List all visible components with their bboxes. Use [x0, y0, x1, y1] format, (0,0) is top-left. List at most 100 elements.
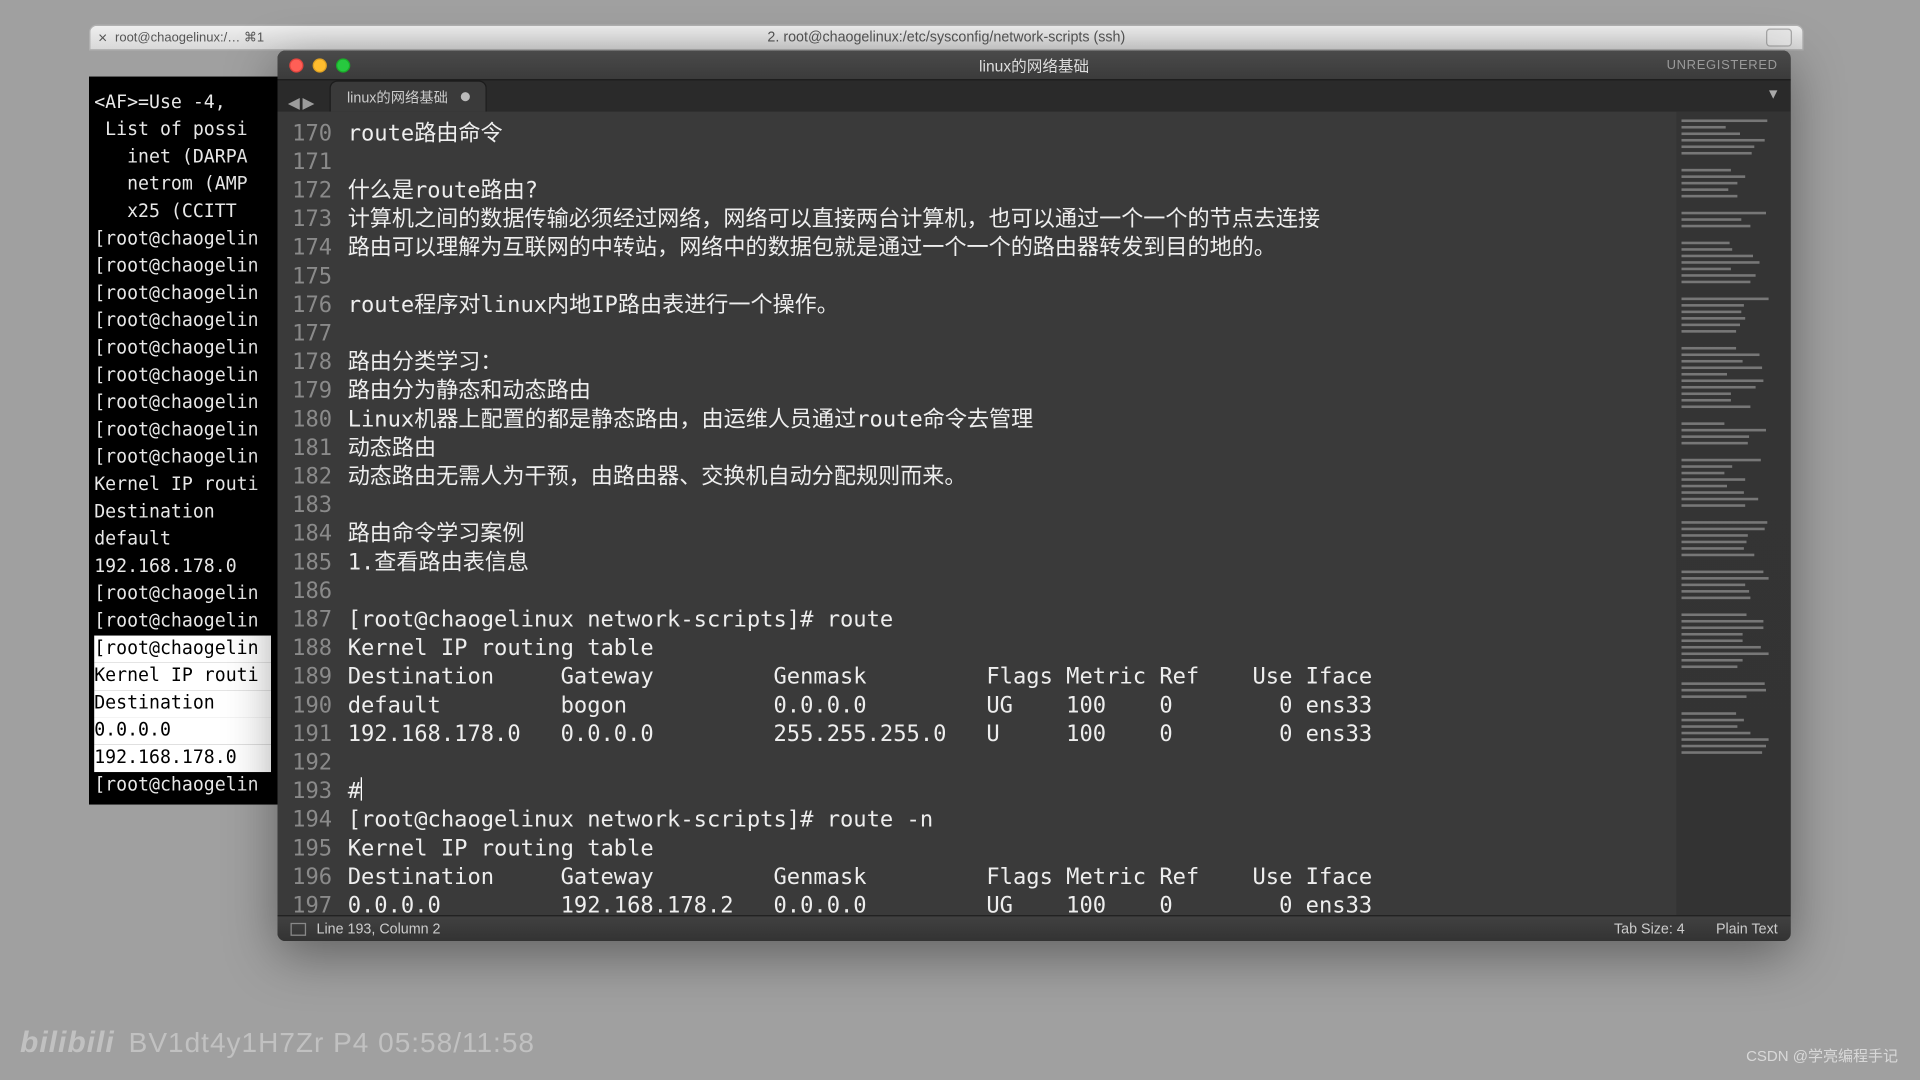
close-window-icon[interactable]: [289, 58, 303, 72]
code-line[interactable]: 路由分类学习：: [348, 348, 1671, 377]
code-line[interactable]: [348, 749, 1671, 778]
terminal-line: [root@chaogelin: [94, 281, 271, 308]
code-line[interactable]: 计算机之间的数据传输必须经过网络，网络可以直接两台计算机，也可以通过一个一个的节…: [348, 205, 1671, 234]
code-line[interactable]: default bogon 0.0.0.0 UG 100 0 0 ens33: [348, 691, 1671, 720]
line-number[interactable]: 189: [283, 663, 332, 692]
terminal-line: List of possi: [94, 117, 271, 144]
line-number[interactable]: 176: [283, 291, 332, 320]
panel-switcher-icon[interactable]: [291, 922, 307, 935]
window-title: linux的网络基础: [979, 54, 1089, 76]
line-number[interactable]: 191: [283, 720, 332, 749]
code-line[interactable]: Kernel IP routing table: [348, 834, 1671, 863]
iterm-left-tab[interactable]: × root@chaogelinux:/… ⌘1: [98, 28, 264, 46]
terminal-line: [root@chaogelin: [94, 335, 271, 362]
iterm-left-tab-label: root@chaogelinux:/… ⌘1: [115, 30, 264, 44]
line-number[interactable]: 173: [283, 205, 332, 234]
line-number[interactable]: 174: [283, 234, 332, 263]
code-line[interactable]: #: [348, 777, 1671, 806]
code-line[interactable]: 动态路由无需人为干预，由路由器、交换机自动分配规则而来。: [348, 463, 1671, 492]
terminal-line: [root@chaogelin: [94, 226, 271, 253]
code-line[interactable]: [root@chaogelinux network-scripts]# rout…: [348, 806, 1671, 835]
close-icon[interactable]: ×: [98, 28, 107, 46]
line-number[interactable]: 177: [283, 320, 332, 349]
terminal-line-selected: [root@chaogelin: [94, 636, 271, 663]
line-number[interactable]: 170: [283, 119, 332, 148]
line-number[interactable]: 186: [283, 577, 332, 606]
zoom-window-icon[interactable]: [336, 58, 350, 72]
iterm-tabbar: × root@chaogelinux:/… ⌘1 2. root@chaogel…: [89, 25, 1804, 51]
line-number[interactable]: 181: [283, 434, 332, 463]
code-line[interactable]: 192.168.178.0 0.0.0.0 255.255.255.0 U 10…: [348, 720, 1671, 749]
line-number[interactable]: 190: [283, 691, 332, 720]
terminal-line: [root@chaogelin: [94, 363, 271, 390]
code-line[interactable]: 路由分为静态和动态路由: [348, 377, 1671, 406]
bilibili-watermark: bilibili BV1dt4y1H7Zr P4 05:58/11:58: [20, 1026, 535, 1060]
code-line[interactable]: route路由命令: [348, 119, 1671, 148]
line-number[interactable]: 175: [283, 262, 332, 291]
code-line[interactable]: Destination Gateway Genmask Flags Metric…: [348, 863, 1671, 892]
terminal-line-selected: 0.0.0.0: [94, 717, 271, 744]
tab-size-label[interactable]: Tab Size: 4: [1614, 921, 1685, 937]
code-line[interactable]: Linux机器上配置的都是静态路由，由运维人员通过route命令去管理: [348, 405, 1671, 434]
terminal-line-selected: 192.168.178.0: [94, 745, 271, 772]
bilibili-video-id: BV1dt4y1H7Zr P4 05:58/11:58: [129, 1027, 535, 1059]
background-terminal[interactable]: <AF>=Use -4, List of possi inet (DARPA n…: [89, 77, 279, 805]
sublime-titlebar[interactable]: linux的网络基础 UNREGISTERED: [278, 51, 1791, 80]
minimize-window-icon[interactable]: [313, 58, 327, 72]
code-line[interactable]: 路由命令学习案例: [348, 520, 1671, 549]
text-caret: [361, 777, 362, 800]
code-line[interactable]: 动态路由: [348, 434, 1671, 463]
terminal-line: 192.168.178.0: [94, 554, 271, 581]
code-line[interactable]: [348, 262, 1671, 291]
terminal-line: [root@chaogelin: [94, 417, 271, 444]
minimap[interactable]: [1676, 112, 1790, 915]
code-line[interactable]: Kernel IP routing table: [348, 634, 1671, 663]
terminal-line: [root@chaogelin: [94, 308, 271, 335]
fullscreen-icon[interactable]: [1766, 28, 1792, 46]
terminal-line: inet (DARPA: [94, 144, 271, 171]
line-number[interactable]: 184: [283, 520, 332, 549]
code-line[interactable]: 1.查看路由表信息: [348, 548, 1671, 577]
line-number[interactable]: 180: [283, 405, 332, 434]
code-line[interactable]: [348, 148, 1671, 177]
code-line[interactable]: [348, 320, 1671, 349]
editor-text-area[interactable]: route路由命令 什么是route路由?计算机之间的数据传输必须经过网络，网络…: [343, 112, 1677, 915]
line-number[interactable]: 193: [283, 777, 332, 806]
code-line[interactable]: 路由可以理解为互联网的中转站，网络中的数据包就是通过一个一个的路由器转发到目的地…: [348, 234, 1671, 263]
code-line[interactable]: [348, 491, 1671, 520]
line-number[interactable]: 195: [283, 834, 332, 863]
line-number[interactable]: 185: [283, 548, 332, 577]
code-line[interactable]: Destination Gateway Genmask Flags Metric…: [348, 663, 1671, 692]
bilibili-logo-icon: bilibili: [20, 1026, 115, 1060]
line-number[interactable]: 179: [283, 377, 332, 406]
tab-linux-network-basics[interactable]: linux的网络基础: [330, 80, 487, 111]
line-number[interactable]: 196: [283, 863, 332, 892]
terminal-line: Destination: [94, 499, 271, 526]
tab-overflow-icon[interactable]: ▼: [1766, 87, 1780, 103]
line-number[interactable]: 182: [283, 463, 332, 492]
line-number[interactable]: 183: [283, 491, 332, 520]
line-number[interactable]: 188: [283, 634, 332, 663]
code-line[interactable]: route程序对linux内地IP路由表进行一个操作。: [348, 291, 1671, 320]
code-line[interactable]: 什么是route路由?: [348, 177, 1671, 206]
line-number[interactable]: 187: [283, 606, 332, 635]
line-number[interactable]: 178: [283, 348, 332, 377]
line-number[interactable]: 192: [283, 749, 332, 778]
terminal-line: netrom (AMP: [94, 171, 271, 198]
line-number[interactable]: 172: [283, 177, 332, 206]
iterm-center-title: 2. root@chaogelinux:/etc/sysconfig/netwo…: [767, 30, 1125, 46]
code-line[interactable]: [root@chaogelinux network-scripts]# rout…: [348, 606, 1671, 635]
cursor-position-label[interactable]: Line 193, Column 2: [317, 921, 441, 937]
line-number-gutter[interactable]: 1701711721731741751761771781791801811821…: [278, 112, 343, 915]
terminal-line: default: [94, 526, 271, 553]
syntax-label[interactable]: Plain Text: [1716, 921, 1778, 937]
line-number[interactable]: 194: [283, 806, 332, 835]
line-number[interactable]: 171: [283, 148, 332, 177]
sublime-tab-row: ◀ ▶ linux的网络基础 ▼: [278, 79, 1791, 112]
terminal-line-selected: Kernel IP routi: [94, 663, 271, 690]
code-line[interactable]: [348, 577, 1671, 606]
terminal-line: [root@chaogelin: [94, 581, 271, 608]
nav-forward-icon[interactable]: ▶: [303, 93, 315, 111]
nav-back-icon[interactable]: ◀: [288, 93, 300, 111]
sublime-window: linux的网络基础 UNREGISTERED ◀ ▶ linux的网络基础 ▼…: [278, 51, 1791, 941]
